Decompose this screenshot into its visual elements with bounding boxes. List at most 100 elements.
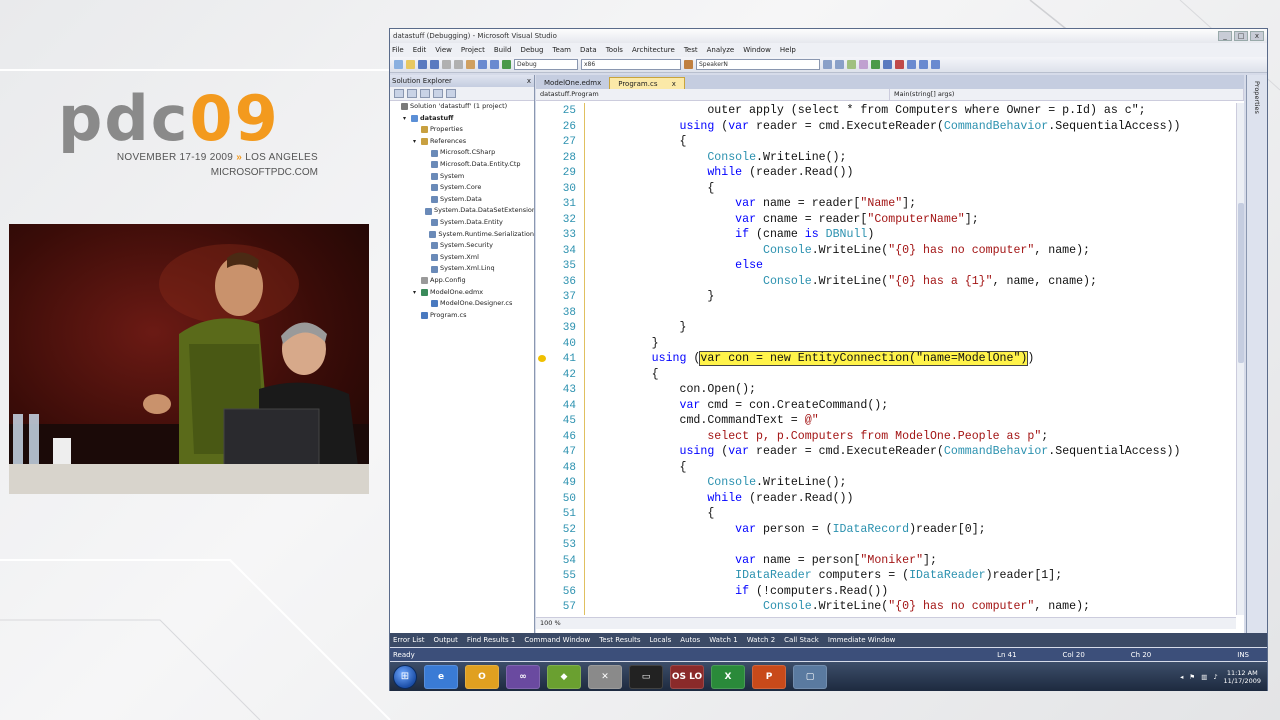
code-line[interactable]: 41 using (var con = new EntityConnection… — [536, 351, 1236, 367]
tree-item[interactable]: System.Data — [390, 194, 534, 206]
view-code-icon[interactable] — [433, 89, 443, 98]
redo-icon[interactable] — [490, 60, 499, 69]
menu-data[interactable]: Data — [580, 46, 597, 54]
code-line[interactable]: 43 con.Open(); — [536, 382, 1236, 398]
code-line[interactable]: 26 using (var reader = cmd.ExecuteReader… — [536, 118, 1236, 134]
menu-project[interactable]: Project — [461, 46, 485, 54]
code-line[interactable]: 48 { — [536, 459, 1236, 475]
continue-icon[interactable] — [871, 60, 880, 69]
menu-file[interactable]: File — [392, 46, 404, 54]
tab-test-results[interactable]: Test Results — [599, 636, 640, 644]
menu-debug[interactable]: Debug — [520, 46, 543, 54]
clock[interactable]: 11:12 AM 11/17/2009 — [1224, 669, 1261, 685]
oslo-taskbar-icon[interactable]: OS LO — [670, 664, 704, 689]
tab-locals[interactable]: Locals — [650, 636, 672, 644]
menu-tools[interactable]: Tools — [606, 46, 623, 54]
vertical-scrollbar[interactable] — [1236, 103, 1244, 615]
cut-icon[interactable] — [442, 60, 451, 69]
excel-taskbar-icon[interactable]: X — [711, 664, 745, 689]
properties-strip[interactable]: Properties — [1246, 75, 1267, 633]
current-statement-icon[interactable] — [538, 355, 546, 362]
tab-find-results[interactable]: Find Results 1 — [467, 636, 516, 644]
tree-item[interactable]: System.Security — [390, 240, 534, 252]
solution-explorer-close-icon[interactable]: x — [527, 77, 534, 85]
menu-team[interactable]: Team — [552, 46, 571, 54]
tab-close-icon[interactable]: x — [672, 80, 676, 88]
tab-autos[interactable]: Autos — [680, 636, 700, 644]
minimize-button[interactable]: _ — [1218, 31, 1232, 41]
code-line[interactable]: 29 while (reader.Read()) — [536, 165, 1236, 181]
menu-test[interactable]: Test — [684, 46, 698, 54]
tree-item[interactable]: System.Xml.Linq — [390, 263, 534, 275]
tree-item[interactable]: ▾ datastuff — [390, 113, 534, 125]
expand-icon[interactable]: ▾ — [413, 287, 419, 299]
properties-icon[interactable] — [394, 89, 404, 98]
tab-modelone-edmx[interactable]: ModelOne.edmx — [536, 77, 609, 89]
code-line[interactable]: 39 } — [536, 320, 1236, 336]
step-out-icon[interactable] — [931, 60, 940, 69]
save-all-icon[interactable] — [430, 60, 439, 69]
code-line[interactable]: 37 } — [536, 289, 1236, 305]
code-line[interactable]: 42 { — [536, 366, 1236, 382]
toolbar-icon-b[interactable] — [835, 60, 844, 69]
menu-help[interactable]: Help — [780, 46, 796, 54]
tree-item[interactable]: System.Data.Entity — [390, 217, 534, 229]
properties-tab-label[interactable]: Properties — [1253, 81, 1261, 114]
code-line[interactable]: 28 Console.WriteLine(); — [536, 149, 1236, 165]
stop-debugging-icon[interactable] — [895, 60, 904, 69]
code-line[interactable]: 34 Console.WriteLine("{0} has no compute… — [536, 242, 1236, 258]
view-designer-icon[interactable] — [446, 89, 456, 98]
save-icon[interactable] — [418, 60, 427, 69]
copy-icon[interactable] — [454, 60, 463, 69]
start-button[interactable]: ⊞ — [393, 664, 417, 689]
config-dropdown[interactable]: Debug — [514, 59, 578, 70]
tools-taskbar-icon[interactable]: ✕ — [588, 664, 622, 689]
step-into-icon[interactable] — [907, 60, 916, 69]
code-line[interactable]: 50 while (reader.Read()) — [536, 490, 1236, 506]
code-line[interactable]: 32 var cname = reader["ComputerName"]; — [536, 211, 1236, 227]
code-line[interactable]: 36 Console.WriteLine("{0} has a {1}", na… — [536, 273, 1236, 289]
code-line[interactable]: 27 { — [536, 134, 1236, 150]
flag-icon[interactable]: ⚑ — [1189, 673, 1195, 681]
tab-output[interactable]: Output — [434, 636, 458, 644]
undo-icon[interactable] — [478, 60, 487, 69]
tree-item[interactable]: Microsoft.Data.Entity.Ctp — [390, 159, 534, 171]
code-line[interactable]: 30 { — [536, 180, 1236, 196]
refresh-icon[interactable] — [420, 89, 430, 98]
tree-item[interactable]: Solution 'datastuff' (1 project) — [390, 101, 534, 113]
menu-analyze[interactable]: Analyze — [707, 46, 735, 54]
network-icon[interactable]: ▥ — [1201, 673, 1207, 681]
tree-item[interactable]: Microsoft.CSharp — [390, 147, 534, 159]
code-line[interactable]: 46 select p, p.Computers from ModelOne.P… — [536, 428, 1236, 444]
break-all-icon[interactable] — [883, 60, 892, 69]
menu-build[interactable]: Build — [494, 46, 512, 54]
code-line[interactable]: 35 else — [536, 258, 1236, 274]
code-area[interactable]: 25 outer apply (select * from Computers … — [536, 103, 1236, 615]
code-line[interactable]: 49 Console.WriteLine(); — [536, 475, 1236, 491]
find-icon[interactable] — [684, 60, 693, 69]
code-line[interactable]: 55 IDataReader computers = (IDataReader)… — [536, 568, 1236, 584]
code-line[interactable]: 51 { — [536, 506, 1236, 522]
window-taskbar-icon[interactable]: ▢ — [793, 664, 827, 689]
powerpoint-taskbar-icon[interactable]: P — [752, 664, 786, 689]
toolbar-icon-c[interactable] — [847, 60, 856, 69]
tree-item[interactable]: System — [390, 171, 534, 183]
start-debug-icon[interactable] — [502, 60, 511, 69]
code-line[interactable]: 33 if (cname is DBNull) — [536, 227, 1236, 243]
code-line[interactable]: 40 } — [536, 335, 1236, 351]
tree-item[interactable]: App.Config — [390, 275, 534, 287]
ie-taskbar-icon[interactable]: e — [424, 664, 458, 689]
show-hidden-icons-icon[interactable]: ◂ — [1180, 673, 1183, 681]
outlook-taskbar-icon[interactable]: O — [465, 664, 499, 689]
app-green-taskbar-icon[interactable]: ◆ — [547, 664, 581, 689]
code-line[interactable]: 47 using (var reader = cmd.ExecuteReader… — [536, 444, 1236, 460]
cmd-taskbar-icon[interactable]: ▭ — [629, 664, 663, 689]
scroll-thumb[interactable] — [1238, 203, 1244, 363]
maximize-button[interactable]: □ — [1234, 31, 1248, 41]
vs-taskbar-icon[interactable]: ∞ — [506, 664, 540, 689]
zoom-level[interactable]: 100 % — [536, 617, 1236, 629]
tab-program-cs[interactable]: Program.cs x — [609, 77, 685, 89]
tree-item[interactable]: ▾ ModelOne.edmx — [390, 287, 534, 299]
expand-icon[interactable]: ▾ — [403, 113, 409, 125]
code-line[interactable]: 44 var cmd = con.CreateCommand(); — [536, 397, 1236, 413]
